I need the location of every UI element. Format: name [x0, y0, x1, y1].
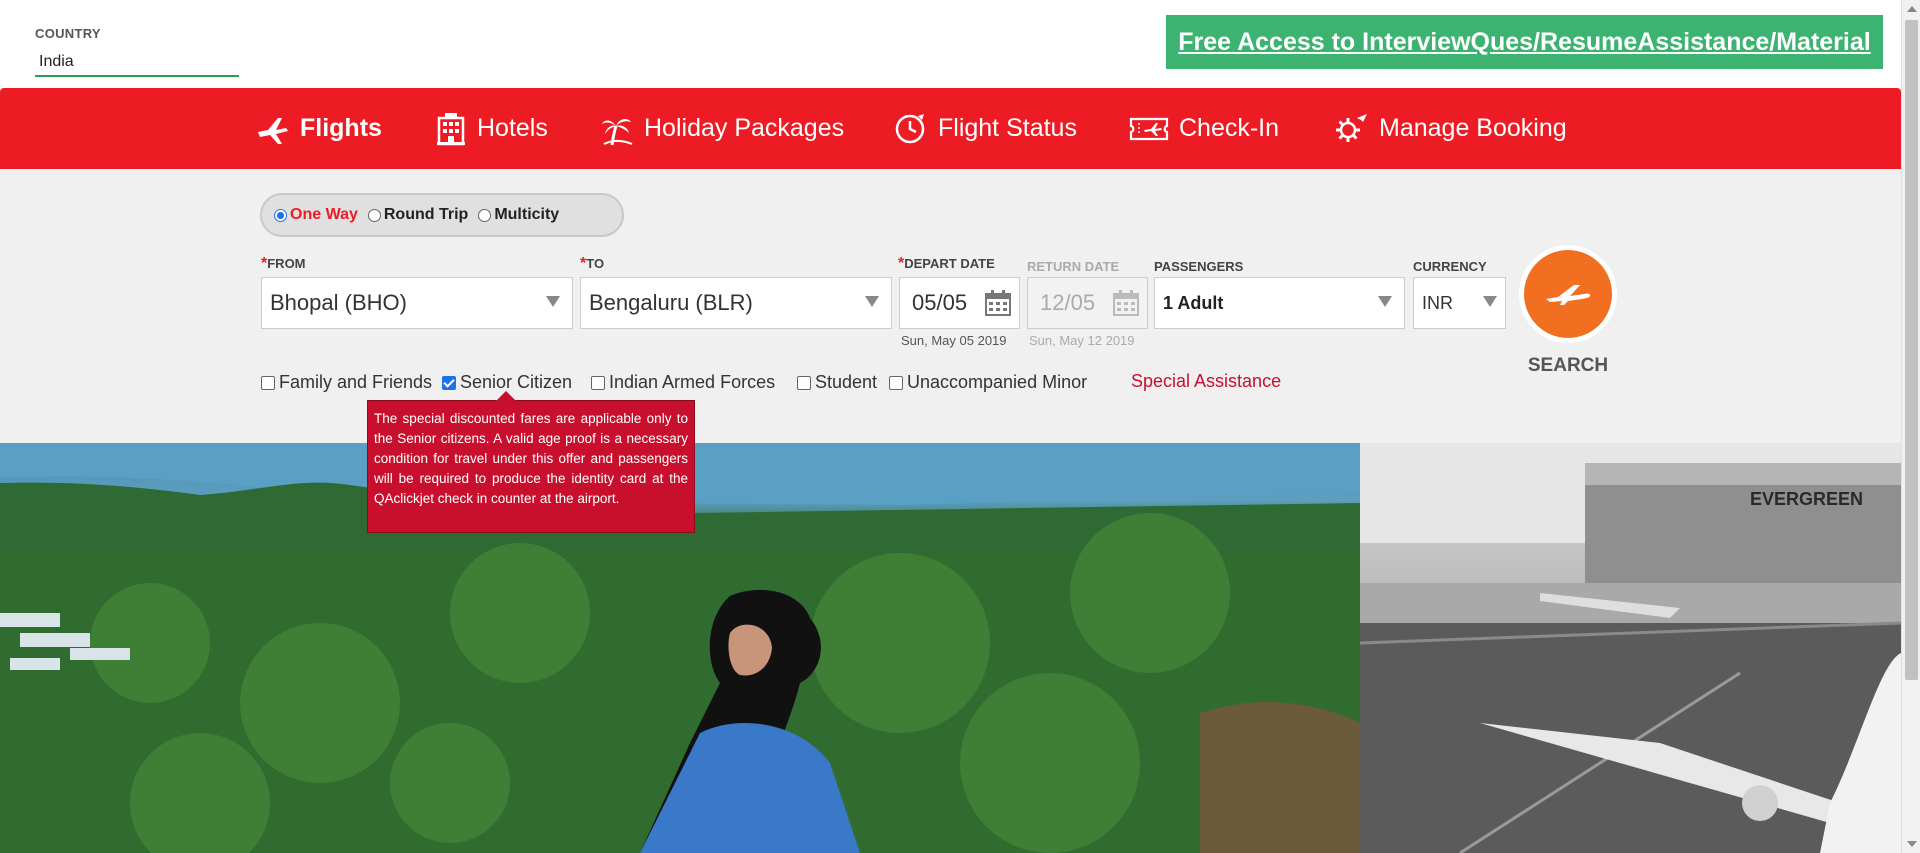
- discount-unaccompanied-minor[interactable]: Unaccompanied Minor: [889, 372, 1087, 393]
- senior-citizen-tooltip: The special discounted fares are applica…: [367, 391, 695, 533]
- return-date-label: RETURN DATE: [1027, 259, 1120, 274]
- main-nav: Flights Hotels Holiday Packages Flight S…: [0, 88, 1901, 169]
- unaccompanied-minor-checkbox[interactable]: [889, 375, 903, 390]
- trip-round-trip[interactable]: Round Trip: [367, 206, 469, 224]
- student-label: Student: [815, 372, 878, 392]
- nav-hotels[interactable]: Hotels: [435, 88, 548, 169]
- special-assistance-link[interactable]: Special Assistance: [1131, 371, 1281, 392]
- calendar-icon[interactable]: [1113, 290, 1139, 322]
- unaccompanied-minor-label: Unaccompanied Minor: [907, 372, 1088, 392]
- nav-flight-status-label: Flight Status: [938, 114, 1077, 142]
- nav-check-in[interactable]: Check-In: [1129, 88, 1279, 169]
- trip-type-selector: One Way Round Trip Multicity: [260, 193, 624, 237]
- scrollbar-thumb[interactable]: [1905, 20, 1918, 680]
- gear-plane-icon: [1333, 112, 1369, 146]
- scroll-up-icon[interactable]: [1907, 6, 1917, 12]
- chevron-down-icon: [546, 296, 560, 307]
- nav-manage-booking-label: Manage Booking: [1379, 114, 1567, 142]
- from-label: *FROM: [261, 255, 306, 272]
- trip-multicity[interactable]: Multicity: [478, 206, 559, 224]
- discount-senior-citizen[interactable]: Senior Citizen: [442, 372, 572, 393]
- nav-manage-booking[interactable]: Manage Booking: [1333, 88, 1567, 169]
- hero-image-right: EVERGREEN: [1360, 443, 1901, 853]
- page-scrollbar[interactable]: [1901, 0, 1920, 853]
- from-value: Bhopal (BHO): [270, 290, 407, 315]
- nav-flight-status[interactable]: Flight Status: [894, 88, 1077, 169]
- depart-date-input[interactable]: 05/05: [899, 277, 1020, 329]
- hotel-icon: [435, 112, 467, 146]
- senior-citizen-checkbox[interactable]: [442, 375, 456, 390]
- nav-flights[interactable]: Flights: [256, 88, 382, 169]
- chevron-down-icon: [1483, 296, 1497, 307]
- discount-student[interactable]: Student: [797, 372, 877, 393]
- armed-forces-label: Indian Armed Forces: [609, 372, 776, 392]
- to-value: Bengaluru (BLR): [589, 290, 753, 315]
- nav-holiday-packages-label: Holiday Packages: [644, 114, 845, 142]
- country-input[interactable]: [35, 49, 239, 77]
- search-button[interactable]: [1519, 245, 1617, 343]
- depart-date-full: Sun, May 05 2019: [901, 333, 1007, 348]
- palm-tree-icon: [600, 112, 634, 146]
- round-trip-label: Round Trip: [383, 206, 469, 223]
- family-friends-label: Family and Friends: [279, 372, 433, 392]
- multicity-radio[interactable]: [478, 208, 492, 222]
- one-way-radio[interactable]: [274, 208, 287, 222]
- nav-holiday-packages[interactable]: Holiday Packages: [600, 88, 844, 169]
- passengers-select[interactable]: 1 Adult: [1154, 277, 1405, 329]
- promo-banner: Free Access to InterviewQues/ResumeAssis…: [1166, 15, 1883, 69]
- nav-hotels-label: Hotels: [477, 114, 548, 142]
- country-label: COUNTRY: [35, 26, 101, 41]
- scroll-down-icon[interactable]: [1907, 841, 1917, 847]
- depart-date-value: 05/05: [912, 290, 968, 315]
- passengers-label: PASSENGERS: [1154, 259, 1244, 274]
- nav-flights-label: Flights: [300, 114, 382, 142]
- senior-citizen-label: Senior Citizen: [460, 372, 573, 392]
- from-select[interactable]: Bhopal (BHO): [261, 277, 573, 329]
- clock-plane-icon: [894, 112, 928, 146]
- return-date-full: Sun, May 12 2019: [1029, 333, 1135, 348]
- nav-check-in-label: Check-In: [1179, 114, 1280, 142]
- currency-select[interactable]: INR: [1413, 277, 1506, 329]
- passengers-value: 1 Adult: [1163, 292, 1224, 313]
- return-date-input[interactable]: 12/05: [1027, 277, 1148, 329]
- trip-one-way[interactable]: One Way: [274, 206, 358, 224]
- chevron-down-icon: [1378, 296, 1392, 307]
- evergreen-sign: EVERGREEN: [1750, 489, 1863, 509]
- ticket-icon: [1129, 114, 1169, 144]
- search-label: SEARCH: [1527, 355, 1609, 376]
- promo-link[interactable]: Free Access to InterviewQues/ResumeAssis…: [1178, 28, 1870, 57]
- plane-icon: [1544, 277, 1592, 312]
- family-friends-checkbox[interactable]: [261, 375, 275, 390]
- student-checkbox[interactable]: [797, 375, 811, 390]
- discount-armed-forces[interactable]: Indian Armed Forces: [591, 372, 775, 393]
- armed-forces-checkbox[interactable]: [591, 375, 605, 390]
- airport-scene: EVERGREEN: [1360, 443, 1901, 853]
- tooltip-text: The special discounted fares are applica…: [374, 411, 688, 506]
- multicity-label: Multicity: [494, 206, 560, 223]
- to-select[interactable]: Bengaluru (BLR): [580, 277, 892, 329]
- calendar-icon[interactable]: [985, 290, 1011, 322]
- discount-family-friends[interactable]: Family and Friends: [261, 372, 432, 393]
- country-selector: COUNTRY: [35, 26, 239, 77]
- to-label: *TO: [580, 255, 605, 272]
- currency-label: CURRENCY: [1413, 259, 1487, 274]
- return-date-value: 12/05: [1040, 290, 1096, 315]
- currency-value: INR: [1422, 292, 1453, 313]
- round-trip-radio[interactable]: [367, 208, 381, 222]
- depart-date-label: *DEPART DATE: [898, 255, 995, 272]
- plane-icon: [256, 112, 290, 146]
- chevron-down-icon: [865, 296, 879, 307]
- one-way-label: One Way: [290, 206, 358, 223]
